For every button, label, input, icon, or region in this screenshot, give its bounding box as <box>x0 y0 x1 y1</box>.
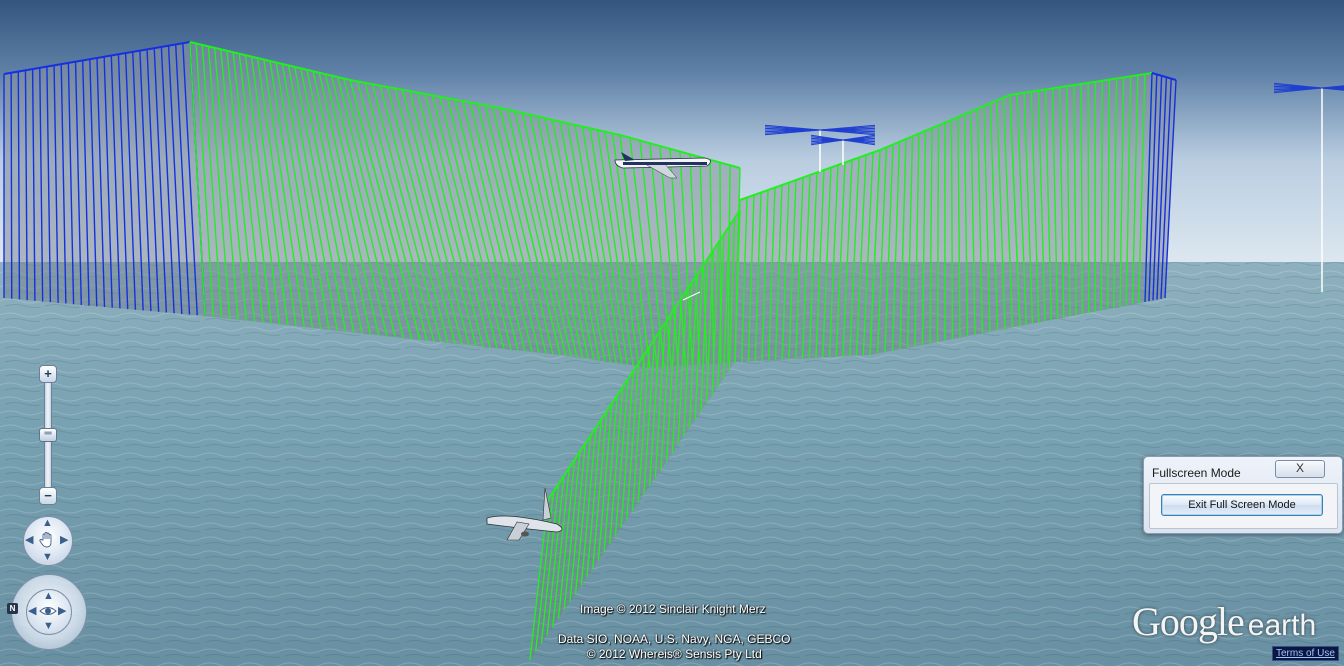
exit-fullscreen-button[interactable]: Exit Full Screen Mode <box>1161 494 1323 516</box>
dialog-title: Fullscreen Mode <box>1152 466 1241 480</box>
earth-3d-view[interactable] <box>0 0 1344 666</box>
data-credit-line2: © 2012 Whereis® Sensis Pty Ltd <box>586 647 762 661</box>
logo-earth: earth <box>1247 609 1317 642</box>
close-icon[interactable]: X <box>1275 460 1325 478</box>
fullscreen-dialog: Fullscreen Mode X Exit Full Screen Mode <box>1143 456 1343 534</box>
north-indicator-icon[interactable]: N <box>7 603 18 614</box>
dialog-body: Exit Full Screen Mode <box>1149 483 1338 529</box>
look-control[interactable] <box>26 589 72 635</box>
image-credit: Image © 2012 Sinclair Knight Merz <box>580 602 766 616</box>
data-credit-line1: Data SIO, NOAA, U.S. Navy, NGA, GEBCO <box>558 632 791 646</box>
zoom-out-icon[interactable]: − <box>39 487 57 505</box>
zoom-slider-handle[interactable]: ═ <box>39 428 57 442</box>
google-earth-logo: Google earth <box>1132 598 1316 645</box>
zoom-in-icon[interactable]: + <box>39 365 57 383</box>
pan-control[interactable] <box>23 516 73 566</box>
terms-of-use-link[interactable]: Terms of Use <box>1272 646 1339 661</box>
logo-google: Google <box>1132 599 1245 644</box>
data-credit: Data SIO, NOAA, U.S. Navy, NGA, GEBCO © … <box>558 632 791 662</box>
